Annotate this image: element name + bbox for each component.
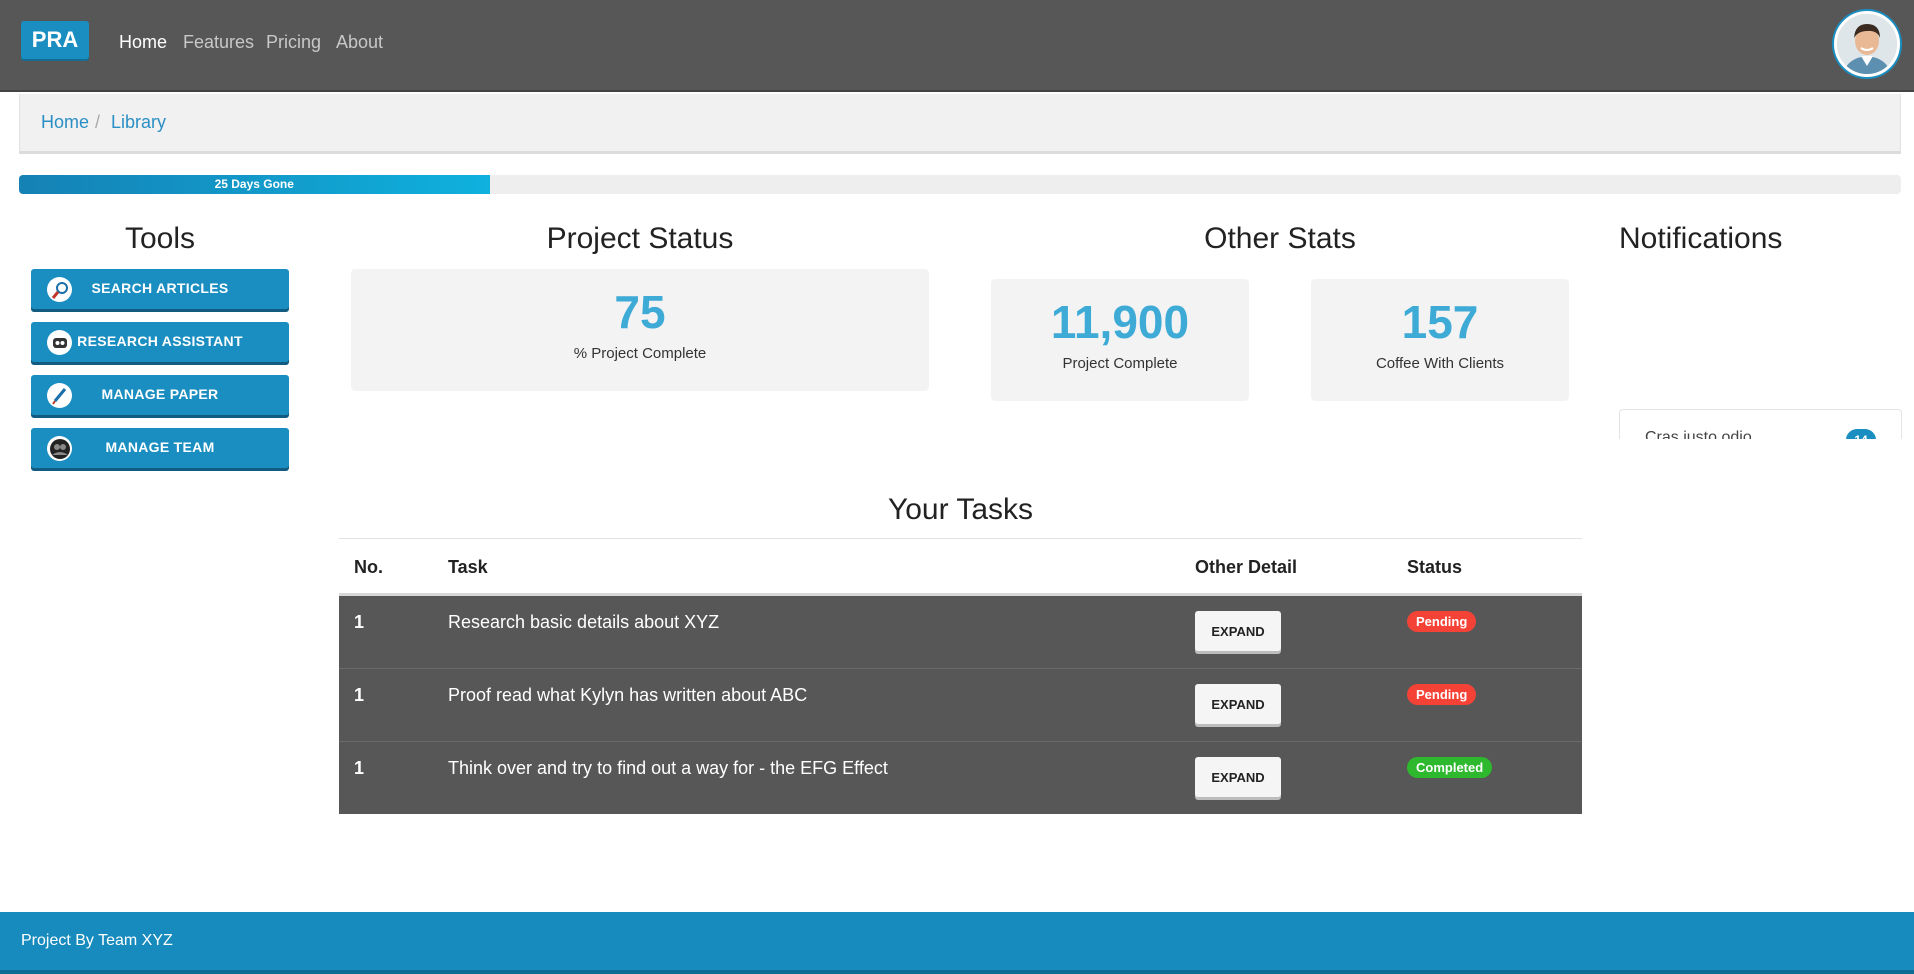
project-complete-percent-label: % Project Complete (573, 345, 707, 362)
project-complete-count-label: Project Complete (1062, 355, 1178, 372)
nav-link-about[interactable]: About (336, 32, 383, 53)
breadcrumb-home[interactable]: Home (41, 112, 89, 133)
notifications-heading: Notifications (1619, 222, 1783, 255)
coffee-clients-card: 157 Coffee With Clients (1311, 279, 1569, 401)
project-complete-count: 11,900 (1050, 296, 1190, 348)
expand-button[interactable]: EXPAND (1195, 684, 1281, 724)
column-header-no: No. (354, 557, 383, 577)
top-navbar: PRA Home Features Pricing About (0, 0, 1914, 92)
nav-link-home[interactable]: Home (119, 32, 167, 53)
research-assistant-button[interactable]: RESEARCH ASSISTANT (31, 322, 289, 362)
nav-link-features[interactable]: Features (183, 32, 254, 53)
manage-paper-button[interactable]: MANAGE PAPER (31, 375, 289, 415)
breadcrumb: Home / Library (19, 94, 1901, 154)
status-badge-pending: Pending (1407, 611, 1477, 632)
manage-team-button[interactable]: MANAGE TEAM (31, 428, 289, 468)
research-assistant-label: RESEARCH ASSISTANT (77, 333, 243, 349)
task-number: 1 (354, 758, 365, 778)
project-status-card: 75 % Project Complete (351, 269, 929, 391)
task-text: Proof read what Kylyn has written about … (448, 685, 808, 705)
tasks-heading: Your Tasks (887, 493, 1034, 526)
column-header-task: Task (448, 557, 488, 577)
tasks-table-body: 1 Research basic details about XYZ EXPAN… (339, 596, 1582, 814)
status-badge-pending: Pending (1407, 684, 1477, 705)
table-row: 1 Proof read what Kylyn has written abou… (339, 669, 1582, 742)
expand-button[interactable]: EXPAND (1195, 757, 1281, 797)
days-progress-bar: 25 Days Gone (19, 175, 1901, 194)
column-header-other-detail: Other Detail (1195, 557, 1298, 577)
manage-team-label: MANAGE TEAM (105, 439, 215, 455)
notification-item[interactable]: Cras justo odio 14 (1619, 409, 1902, 439)
project-complete-percent: 75 (614, 286, 666, 338)
progress-fill: 25 Days Gone (19, 175, 490, 194)
task-text: Research basic details about XYZ (448, 612, 720, 632)
brand-logo[interactable]: PRA (21, 21, 89, 59)
footer: Project By Team XYZ (0, 912, 1914, 974)
manage-paper-label: MANAGE PAPER (101, 386, 219, 402)
search-articles-label: SEARCH ARTICLES (91, 280, 229, 296)
notification-count-badge: 14 (1846, 429, 1876, 439)
tasks-table-header: No. Task Other Detail Status (339, 539, 1582, 596)
nav-link-pricing[interactable]: Pricing (266, 32, 321, 53)
tools-heading: Tools (124, 222, 196, 255)
search-articles-button[interactable]: SEARCH ARTICLES (31, 269, 289, 309)
user-photo-icon (1837, 14, 1897, 74)
task-text: Think over and try to find out a way for… (448, 758, 888, 778)
notification-text: Cras justo odio (1645, 429, 1752, 439)
table-row: 1 Research basic details about XYZ EXPAN… (339, 596, 1582, 669)
breadcrumb-library[interactable]: Library (111, 112, 166, 133)
column-header-status: Status (1407, 557, 1463, 577)
coffee-clients-label: Coffee With Clients (1375, 355, 1505, 372)
coffee-clients-count: 157 (1401, 296, 1479, 348)
task-number: 1 (354, 685, 365, 705)
status-badge-completed: Completed (1407, 757, 1493, 778)
footer-text: Project By Team XYZ (21, 932, 173, 949)
table-row: 1 Think over and try to find out a way f… (339, 742, 1582, 815)
task-number: 1 (354, 612, 365, 632)
breadcrumb-separator: / (95, 112, 101, 132)
expand-button[interactable]: EXPAND (1195, 611, 1281, 651)
project-complete-card: 11,900 Project Complete (991, 279, 1249, 401)
avatar[interactable] (1834, 11, 1900, 77)
other-stats-heading: Other Stats (1204, 222, 1356, 255)
project-status-heading: Project Status (546, 222, 734, 255)
